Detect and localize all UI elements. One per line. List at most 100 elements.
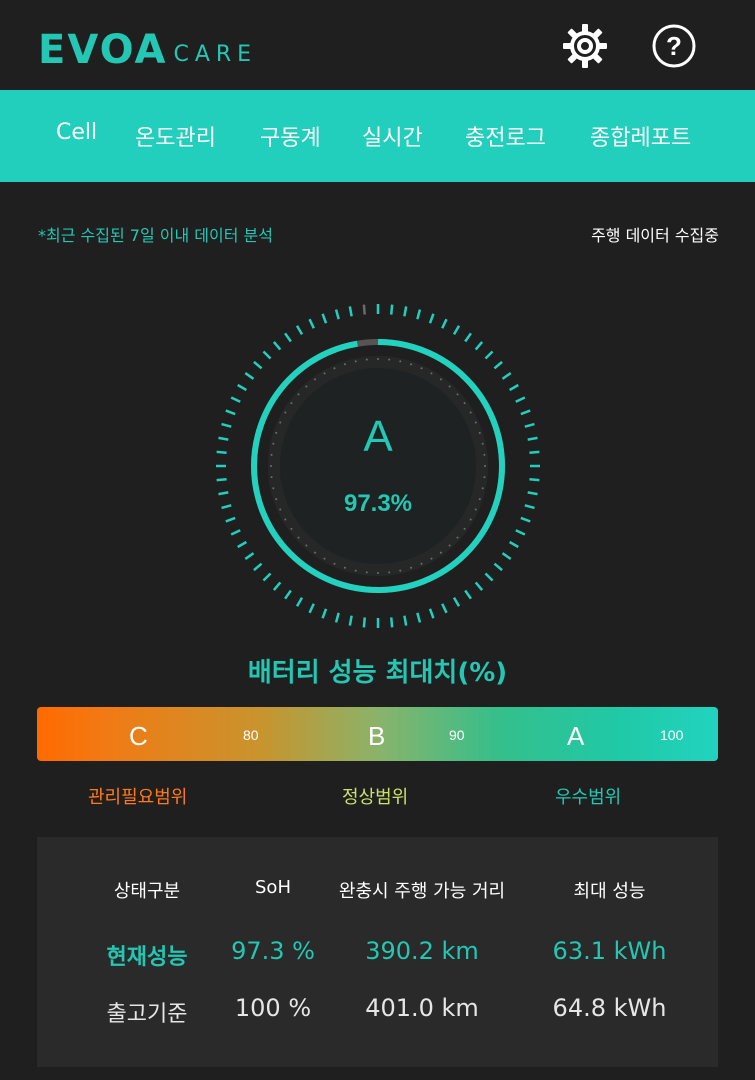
header: EVOA CARE ? bbox=[0, 0, 755, 90]
gauge-tick bbox=[362, 617, 366, 628]
gauge-dot bbox=[343, 566, 346, 569]
tab-report[interactable]: 종합레포트 bbox=[590, 120, 691, 152]
gauge-tick bbox=[295, 597, 304, 607]
gauge-tick bbox=[484, 350, 494, 360]
gauge-dot bbox=[314, 551, 317, 554]
gauge-dot bbox=[430, 557, 433, 560]
tab-cell[interactable]: Cell bbox=[56, 120, 97, 145]
gauge-dot bbox=[410, 566, 413, 569]
gauge-tick bbox=[509, 383, 519, 392]
gauge-dot bbox=[290, 402, 293, 405]
gauge-dot bbox=[469, 518, 472, 521]
gauge-tick bbox=[244, 552, 255, 560]
row-factory-soh: 100 % bbox=[234, 994, 312, 1022]
gauge-dot bbox=[483, 476, 486, 479]
gauge-tick bbox=[403, 306, 408, 317]
gauge-tick bbox=[348, 615, 353, 626]
gear-icon[interactable] bbox=[561, 22, 609, 70]
gauge-tick bbox=[515, 529, 526, 536]
gauge-tick bbox=[253, 360, 263, 370]
grade-percent: 97.3% bbox=[343, 490, 413, 517]
gauge-dot bbox=[456, 393, 459, 396]
collection-status: 주행 데이터 수집중 bbox=[591, 226, 719, 245]
gauge-dot bbox=[272, 487, 275, 490]
gauge-dot bbox=[377, 358, 379, 360]
gauge-dot bbox=[354, 569, 357, 572]
tab-charge-log[interactable]: 충전로그 bbox=[465, 120, 546, 152]
gauge-tick bbox=[520, 516, 531, 523]
logo-sub-text: CARE bbox=[173, 42, 258, 67]
gauge-tick bbox=[244, 372, 255, 380]
gauge-tick bbox=[272, 581, 282, 591]
gauge-tick bbox=[237, 540, 247, 549]
gauge-tick bbox=[230, 529, 241, 536]
gauge-tick bbox=[390, 304, 394, 315]
gauge-dot bbox=[305, 385, 308, 388]
help-icon[interactable]: ? bbox=[650, 22, 698, 70]
gauge-dot bbox=[333, 562, 336, 565]
gauge-dot bbox=[343, 363, 346, 366]
battery-gauge bbox=[216, 304, 540, 628]
gauge-dot bbox=[448, 385, 451, 388]
gauge-dot bbox=[410, 363, 413, 366]
gauge-caption: 배터리 성능 최대치(%) bbox=[247, 658, 508, 688]
gauge-dot bbox=[463, 402, 466, 405]
row-current-label: 현재성능 bbox=[106, 945, 188, 970]
row-factory-capacity: 64.8 kWh bbox=[552, 994, 667, 1022]
gauge-dot bbox=[481, 487, 484, 490]
gauge-dot bbox=[354, 360, 357, 363]
gauge-dot bbox=[297, 536, 300, 539]
gauge-tick bbox=[493, 360, 503, 370]
scale-grade-b: B bbox=[368, 721, 386, 751]
gauge-tick bbox=[272, 341, 282, 351]
gauge-tick bbox=[262, 350, 272, 360]
gauge-dot bbox=[284, 518, 287, 521]
tab-drivetrain[interactable]: 구동계 bbox=[260, 120, 321, 152]
logo-main-text: EVOA bbox=[38, 27, 168, 73]
gauge-tick bbox=[262, 572, 272, 582]
scale-threshold-90: 90 bbox=[449, 727, 465, 743]
svg-text:?: ? bbox=[666, 31, 682, 61]
row-current-range: 390.2 km bbox=[365, 937, 479, 965]
row-current-capacity: 63.1 kWh bbox=[552, 937, 667, 965]
gauge-tick bbox=[390, 617, 394, 628]
gauge-tick bbox=[284, 589, 292, 600]
scale-grade-c: C bbox=[129, 721, 148, 751]
grade-letter: A bbox=[363, 412, 393, 461]
gauge-dot bbox=[365, 358, 368, 361]
header-soh: SoH bbox=[255, 877, 291, 898]
header-status: 상태구분 bbox=[113, 881, 181, 902]
gauge-dot bbox=[270, 465, 272, 467]
tab-realtime[interactable]: 실시간 bbox=[362, 120, 423, 152]
scale-threshold-80: 80 bbox=[243, 727, 259, 743]
grade-scale-bar: C 80 B 90 A 100 bbox=[37, 707, 718, 761]
gauge-tick bbox=[501, 372, 512, 380]
gauge-dot bbox=[388, 571, 391, 574]
gauge-tick bbox=[284, 332, 292, 343]
gauge-dot bbox=[399, 569, 402, 572]
gauge-tick bbox=[515, 396, 526, 403]
range-excellent: 우수범위 bbox=[555, 787, 622, 808]
gauge-tick bbox=[509, 540, 519, 549]
gauge-dot bbox=[439, 378, 442, 381]
gauge-dot bbox=[430, 372, 433, 375]
gauge-tick bbox=[295, 325, 304, 335]
gauge-tick bbox=[216, 478, 227, 482]
gauge-dot bbox=[314, 378, 317, 381]
gauge-tick bbox=[452, 325, 461, 335]
gauge-dot bbox=[290, 527, 293, 530]
gauge-tick bbox=[230, 396, 241, 403]
gauge-dot bbox=[323, 372, 326, 375]
gauge-dot bbox=[420, 367, 423, 370]
header-max-capacity: 최대 성능 bbox=[573, 881, 646, 902]
gauge-dot bbox=[448, 544, 451, 547]
gauge-tick bbox=[452, 597, 461, 607]
gauge-tick bbox=[493, 562, 503, 572]
performance-table: 상태구분 SoH 완충시 주행 가능 거리 최대 성능 현재성능 97.3 % … bbox=[37, 837, 718, 1067]
tab-temperature[interactable]: 온도관리 bbox=[135, 120, 216, 152]
app-screen: EVOA CARE ? Cell 온도관리 구동계 실시간 충전로그 종합레포트… bbox=[0, 0, 755, 1080]
gauge-dot bbox=[484, 465, 486, 467]
analysis-note: *최근 수집된 7일 이내 데이터 분석 bbox=[38, 226, 273, 245]
gauge-tick bbox=[321, 608, 328, 619]
gauge-tick bbox=[441, 318, 448, 329]
